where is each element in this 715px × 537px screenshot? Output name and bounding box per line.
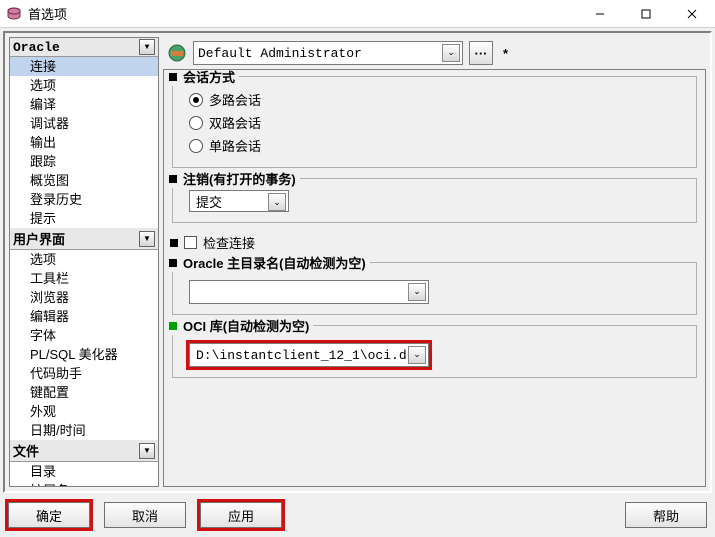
dialog-footer: 确定 取消 应用 帮助 bbox=[0, 493, 715, 537]
radio-label: 单路会话 bbox=[209, 136, 261, 155]
sidebar-tree[interactable]: Oracle ▼ 连接 选项 编译 调试器 输出 跟踪 概览图 登录历史 提示 … bbox=[9, 37, 159, 487]
tree-item[interactable]: 外观 bbox=[10, 402, 158, 421]
content-panel: Default Administrator ⌄ ··· * 会话方式 多路会话 bbox=[163, 37, 706, 487]
collapse-icon[interactable]: ▼ bbox=[139, 231, 155, 247]
bullet-icon bbox=[169, 175, 177, 183]
tree-item[interactable]: 跟踪 bbox=[10, 152, 158, 171]
group-oci-lib: OCI 库(自动检测为空) D:\instantclient_12_1\oci.… bbox=[172, 325, 697, 378]
radio-multi-session[interactable]: 多路会话 bbox=[189, 88, 686, 111]
tree-item[interactable]: 日期/时间 bbox=[10, 421, 158, 440]
tree-item[interactable]: 登录历史 bbox=[10, 190, 158, 209]
tree-item[interactable]: 目录 bbox=[10, 462, 158, 481]
profile-icon bbox=[167, 43, 187, 63]
radio-dual-session[interactable]: 双路会话 bbox=[189, 111, 686, 134]
oci-lib-select[interactable]: D:\instantclient_12_1\oci.dll ⌄ bbox=[189, 343, 429, 367]
minimize-button[interactable] bbox=[577, 0, 623, 28]
bullet-icon bbox=[169, 259, 177, 267]
logoff-action-select[interactable]: 提交 ⌄ bbox=[189, 190, 289, 212]
modified-marker: * bbox=[503, 46, 508, 61]
app-icon bbox=[6, 6, 22, 22]
bullet-icon bbox=[170, 239, 178, 247]
close-button[interactable] bbox=[669, 0, 715, 28]
tree-item[interactable]: 选项 bbox=[10, 76, 158, 95]
radio-label: 多路会话 bbox=[209, 90, 261, 109]
tree-item[interactable]: 输出 bbox=[10, 133, 158, 152]
profile-menu-button[interactable]: ··· bbox=[469, 41, 493, 65]
tree-item[interactable]: 概览图 bbox=[10, 171, 158, 190]
check-connection-row[interactable]: 检查连接 bbox=[170, 233, 697, 252]
radio-single-session[interactable]: 单路会话 bbox=[189, 134, 686, 157]
tree-item[interactable]: 调试器 bbox=[10, 114, 158, 133]
group-title: 会话方式 bbox=[183, 69, 235, 86]
collapse-icon[interactable]: ▼ bbox=[139, 443, 155, 459]
collapse-icon[interactable]: ▼ bbox=[139, 39, 155, 55]
tree-section-label: Oracle bbox=[13, 40, 139, 55]
check-connection-label: 检查连接 bbox=[203, 233, 255, 252]
group-logoff: 注销(有打开的事务) 提交 ⌄ bbox=[172, 178, 697, 223]
cancel-button[interactable]: 取消 bbox=[104, 502, 186, 528]
profile-label: Default Administrator bbox=[198, 46, 362, 61]
tree-section-files[interactable]: 文件 ▼ bbox=[10, 440, 158, 462]
main-area: Oracle ▼ 连接 选项 编译 调试器 输出 跟踪 概览图 登录历史 提示 … bbox=[3, 31, 712, 493]
apply-button[interactable]: 应用 bbox=[200, 502, 282, 528]
tree-item[interactable]: PL/SQL 美化器 bbox=[10, 345, 158, 364]
tree-section-label: 文件 bbox=[13, 441, 139, 460]
tree-item[interactable]: 键配置 bbox=[10, 383, 158, 402]
tree-item[interactable]: 字体 bbox=[10, 326, 158, 345]
tree-item[interactable]: 代码助手 bbox=[10, 364, 158, 383]
help-button[interactable]: 帮助 bbox=[625, 502, 707, 528]
chevron-down-icon[interactable]: ⌄ bbox=[442, 44, 460, 62]
checkbox-icon[interactable] bbox=[184, 236, 197, 249]
window-title: 首选项 bbox=[28, 4, 67, 23]
group-oracle-home: Oracle 主目录名(自动检测为空) ⌄ bbox=[172, 262, 697, 315]
chevron-down-icon[interactable]: ⌄ bbox=[268, 193, 286, 211]
chevron-down-icon[interactable]: ⌄ bbox=[408, 283, 426, 301]
radio-icon bbox=[189, 93, 203, 107]
tree-item[interactable]: 提示 bbox=[10, 209, 158, 228]
tree-item[interactable]: 扩展名 bbox=[10, 481, 158, 487]
tree-item[interactable]: 编译 bbox=[10, 95, 158, 114]
bullet-icon bbox=[169, 73, 177, 81]
maximize-button[interactable] bbox=[623, 0, 669, 28]
tree-item[interactable]: 编辑器 bbox=[10, 307, 158, 326]
logoff-value: 提交 bbox=[196, 192, 222, 211]
group-title: OCI 库(自动检测为空) bbox=[183, 316, 309, 335]
tree-item[interactable]: 选项 bbox=[10, 250, 158, 269]
radio-icon bbox=[189, 139, 203, 153]
tree-section-label: 用户界面 bbox=[13, 229, 139, 248]
tree-item[interactable]: 工具栏 bbox=[10, 269, 158, 288]
radio-label: 双路会话 bbox=[209, 113, 261, 132]
group-title: Oracle 主目录名(自动检测为空) bbox=[183, 253, 366, 272]
settings-panel: 会话方式 多路会话 双路会话 单路会话 注销 bbox=[163, 69, 706, 487]
oracle-home-select[interactable]: ⌄ bbox=[189, 280, 429, 304]
tree-section-ui[interactable]: 用户界面 ▼ bbox=[10, 228, 158, 250]
profile-select[interactable]: Default Administrator ⌄ bbox=[193, 41, 463, 65]
bullet-icon bbox=[169, 322, 177, 330]
tree-section-oracle[interactable]: Oracle ▼ bbox=[10, 38, 158, 57]
group-session-mode: 会话方式 多路会话 双路会话 单路会话 bbox=[172, 76, 697, 168]
radio-icon bbox=[189, 116, 203, 130]
oci-lib-value: D:\instantclient_12_1\oci.dll bbox=[196, 348, 422, 363]
tree-item-connection[interactable]: 连接 bbox=[10, 57, 158, 76]
tree-item[interactable]: 浏览器 bbox=[10, 288, 158, 307]
chevron-down-icon[interactable]: ⌄ bbox=[408, 346, 426, 364]
titlebar: 首选项 bbox=[0, 0, 715, 28]
profile-row: Default Administrator ⌄ ··· * bbox=[163, 37, 706, 69]
ok-button[interactable]: 确定 bbox=[8, 502, 90, 528]
group-title: 注销(有打开的事务) bbox=[183, 169, 296, 188]
